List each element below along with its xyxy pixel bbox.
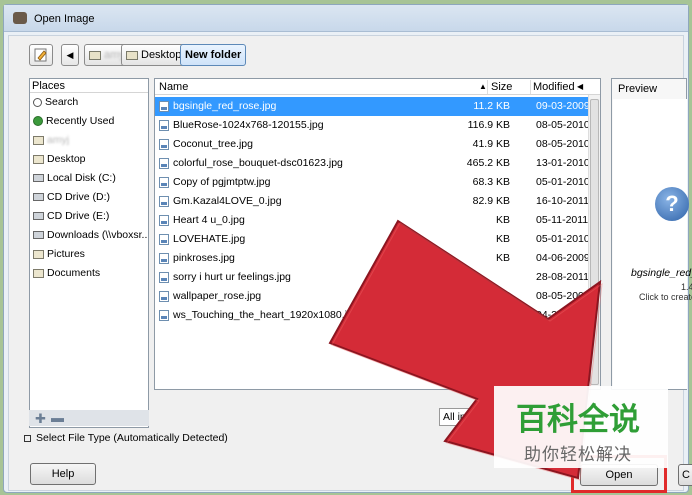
watermark-logo: 百科全说 助你轻松解决 (494, 386, 668, 468)
watermark-title: 百科全说 (516, 402, 640, 438)
watermark-subtitle: 助你轻松解决 (524, 445, 632, 465)
